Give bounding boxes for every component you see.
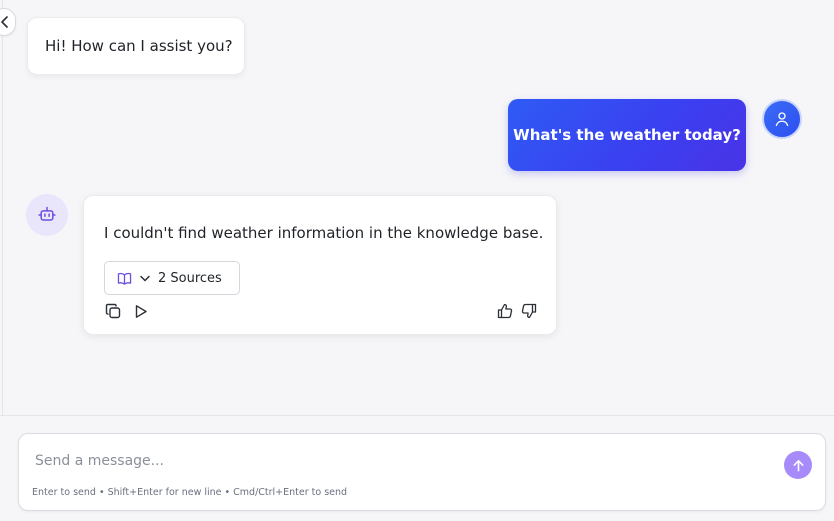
message-text: Hi! How can I assist you? bbox=[45, 37, 233, 55]
thumbs-up-icon bbox=[497, 303, 513, 319]
robot-icon bbox=[38, 206, 56, 221]
sources-toggle-button[interactable]: 2 Sources bbox=[104, 261, 240, 295]
user-message-bubble: What's the weather today? bbox=[508, 99, 746, 171]
user-avatar bbox=[762, 99, 802, 139]
copy-icon bbox=[105, 303, 121, 319]
send-button[interactable] bbox=[784, 451, 812, 479]
user-icon bbox=[775, 112, 789, 127]
keyboard-hint: Enter to send • Shift+Enter for new line… bbox=[32, 487, 348, 498]
play-icon bbox=[135, 304, 147, 318]
read-aloud-button[interactable] bbox=[132, 302, 150, 320]
chevron-down-icon bbox=[140, 275, 150, 281]
message-composer: Enter to send • Shift+Enter for new line… bbox=[18, 433, 826, 511]
arrow-up-icon bbox=[793, 459, 803, 471]
dislike-button[interactable] bbox=[520, 302, 538, 320]
sources-label: 2 Sources bbox=[158, 270, 222, 286]
assistant-message-bubble: Hi! How can I assist you? bbox=[27, 17, 245, 75]
book-icon bbox=[117, 272, 132, 285]
thumbs-down-icon bbox=[521, 303, 537, 319]
like-button[interactable] bbox=[496, 302, 514, 320]
assistant-message-bubble: I couldn't find weather information in t… bbox=[83, 195, 557, 335]
message-text: What's the weather today? bbox=[513, 126, 741, 144]
chat-app: Hi! How can I assist you? What's the wea… bbox=[0, 0, 834, 521]
message-input[interactable] bbox=[35, 448, 775, 474]
assistant-avatar bbox=[26, 194, 68, 236]
message-actions bbox=[104, 302, 538, 320]
message-text: I couldn't find weather information in t… bbox=[104, 224, 544, 242]
composer-area: Enter to send • Shift+Enter for new line… bbox=[0, 415, 834, 521]
copy-button[interactable] bbox=[104, 302, 122, 320]
chat-thread[interactable]: Hi! How can I assist you? What's the wea… bbox=[0, 0, 834, 415]
